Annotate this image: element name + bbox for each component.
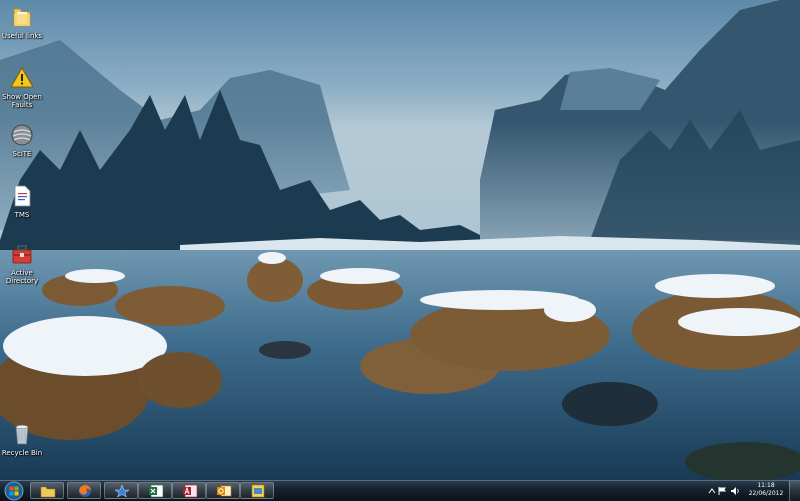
desktop-icon-show-open-faults[interactable]: Show Open Faults bbox=[0, 66, 44, 109]
volume-icon[interactable] bbox=[730, 486, 740, 496]
access-icon bbox=[183, 484, 198, 498]
desktop-icon-tms[interactable]: TMS bbox=[0, 184, 44, 219]
document-icon bbox=[14, 185, 31, 207]
outlook-icon bbox=[217, 485, 232, 497]
desktop-icon-active-directory[interactable]: Active Directory bbox=[0, 242, 44, 285]
taskbar-clock[interactable]: 11:18 22/06/2012 bbox=[746, 482, 786, 498]
taskbar-explorer-button[interactable] bbox=[30, 482, 64, 499]
firefox-icon bbox=[79, 485, 91, 497]
desktop-icon-label: TMS bbox=[14, 211, 30, 219]
notes-icon bbox=[251, 484, 265, 498]
scite-icon bbox=[11, 124, 33, 146]
explorer-icon bbox=[40, 486, 56, 498]
desktop-icon-label: SciTE bbox=[12, 150, 32, 158]
show-desktop-button[interactable] bbox=[789, 481, 800, 501]
taskbar-outlook-button[interactable] bbox=[206, 482, 240, 499]
taskbar-firefox-button[interactable] bbox=[67, 482, 101, 499]
desktop-icon-label: Show Open Faults bbox=[2, 93, 42, 109]
recycle-bin-icon bbox=[15, 424, 29, 445]
desktop-icon-recycle-bin[interactable]: Recycle Bin bbox=[0, 422, 44, 457]
taskbar: 11:18 22/06/2012 bbox=[0, 480, 800, 501]
warning-icon bbox=[10, 67, 34, 88]
desktop-icon-scite[interactable]: SciTE bbox=[0, 123, 44, 158]
folder-icon bbox=[13, 8, 31, 27]
desktop-icon-label: Recycle Bin bbox=[1, 449, 43, 457]
desktop-wallpaper bbox=[0, 0, 800, 480]
desktop-icon-useful-links[interactable]: Useful links bbox=[0, 5, 44, 40]
taskbar-excel-button[interactable] bbox=[138, 482, 172, 499]
desktop-icon-label: Active Directory bbox=[5, 269, 39, 285]
excel-icon bbox=[149, 484, 164, 498]
toolbox-icon bbox=[12, 245, 32, 264]
system-tray: 11:18 22/06/2012 bbox=[708, 481, 800, 501]
desktop-icon-label: Useful links bbox=[1, 32, 43, 40]
show-hidden-icons-icon[interactable] bbox=[708, 487, 716, 495]
taskbar-access-button[interactable] bbox=[172, 482, 206, 499]
clock-date: 22/06/2012 bbox=[748, 490, 784, 497]
flag-icon[interactable] bbox=[718, 486, 727, 496]
paint-icon bbox=[114, 484, 130, 498]
start-button[interactable] bbox=[2, 481, 26, 501]
taskbar-paint-button[interactable] bbox=[104, 482, 138, 499]
clock-time: 11:18 bbox=[757, 482, 775, 489]
taskbar-notes-button[interactable] bbox=[240, 482, 274, 499]
